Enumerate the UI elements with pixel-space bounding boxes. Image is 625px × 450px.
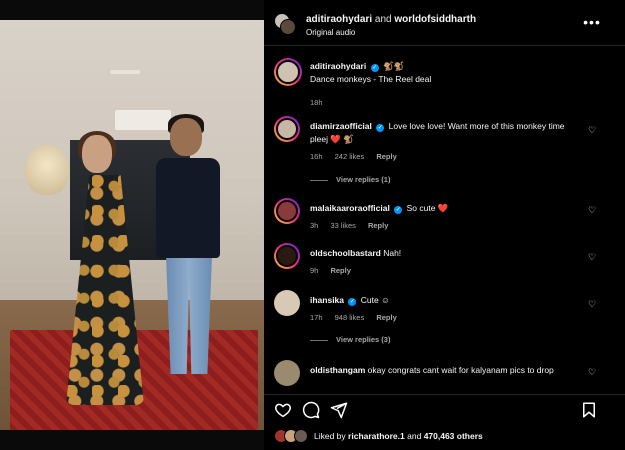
likes-and: and: [407, 431, 422, 441]
view-replies-button[interactable]: View replies (3): [310, 335, 390, 344]
more-horizontal-icon[interactable]: •••: [582, 14, 602, 30]
liker-link[interactable]: richarathore.1: [348, 431, 405, 441]
caption-avatar[interactable]: [274, 58, 302, 86]
verified-icon: ✓: [370, 64, 379, 72]
comment-text: So cute ❤️: [406, 203, 449, 213]
comment-avatar[interactable]: [274, 290, 300, 316]
comment-avatar[interactable]: [274, 243, 300, 269]
post-actions: Liked by richarathore.1 and 470,463 othe…: [264, 394, 625, 450]
verified-icon: ✓: [394, 206, 403, 214]
comment-likes[interactable]: 33 likes: [330, 221, 355, 230]
reply-button[interactable]: Reply: [376, 313, 396, 322]
audio-link[interactable]: Original audio: [306, 28, 355, 37]
heart-icon[interactable]: ♡: [586, 204, 598, 216]
ceiling-fan: [110, 70, 140, 74]
comment-user[interactable]: ihansika: [310, 295, 344, 305]
heart-icon[interactable]: ♡: [586, 124, 598, 136]
post-header: aditiraohydari and worldofsiddharth Orig…: [264, 0, 625, 46]
comment-user[interactable]: oldisthangam: [310, 365, 365, 375]
author-link-2[interactable]: worldofsiddharth: [394, 14, 476, 25]
reel-video[interactable]: [0, 0, 264, 450]
reply-button[interactable]: Reply: [368, 221, 388, 230]
share-send-icon[interactable]: [330, 401, 348, 419]
heart-icon[interactable]: ♡: [586, 251, 598, 263]
comment-text: Cute ☺: [360, 295, 390, 305]
comment-user[interactable]: oldschoolbastard: [310, 248, 381, 258]
likes-text: Liked by richarathore.1 and 470,463 othe…: [314, 431, 483, 441]
comment-time: 17h: [310, 313, 323, 322]
verified-icon: ✓: [348, 298, 357, 306]
verified-icon: ✓: [376, 124, 385, 132]
comment-user[interactable]: diamirzaofficial: [310, 121, 372, 131]
others-link[interactable]: 470,463 others: [424, 431, 483, 441]
replies-line: [310, 339, 328, 341]
comment-text: Nah!: [383, 248, 402, 258]
view-replies-button[interactable]: View replies (1): [310, 175, 390, 184]
reply-button[interactable]: Reply: [376, 152, 396, 161]
heart-icon[interactable]: ♡: [586, 366, 598, 378]
comment-likes[interactable]: 948 likes: [335, 313, 365, 322]
dancer-woman: [60, 131, 150, 410]
post-authors: aditiraohydari and worldofsiddharth: [306, 14, 476, 25]
bookmark-icon[interactable]: [580, 401, 598, 419]
liker-avatar[interactable]: [294, 429, 308, 443]
likes-prefix: Liked by: [314, 431, 346, 441]
authors-and: and: [374, 14, 392, 25]
caption-user[interactable]: aditiraohydari: [310, 61, 366, 71]
comments-panel: aditiraohydari and worldofsiddharth Orig…: [264, 0, 625, 450]
comment-time: 16h: [310, 152, 323, 161]
caption-text: Dance monkeys - The Reel deal: [310, 74, 432, 84]
collab-avatars[interactable]: [274, 13, 296, 35]
comment-avatar[interactable]: [274, 360, 300, 386]
comment-avatar[interactable]: [274, 198, 300, 224]
caption-time: 18h: [310, 98, 323, 107]
caption-emojis: 🐒🐒: [382, 61, 405, 71]
comment-time: 9h: [310, 266, 319, 275]
comment-likes[interactable]: 242 likes: [335, 152, 365, 161]
like-heart-icon[interactable]: [274, 401, 292, 419]
heart-icon[interactable]: ♡: [586, 298, 598, 310]
comment-time: 3h: [310, 221, 319, 230]
dancer-man: [148, 114, 228, 388]
comment-user[interactable]: malaikaaroraofficial: [310, 203, 390, 213]
replies-line: [310, 179, 328, 181]
comment-avatar[interactable]: [274, 116, 300, 142]
reply-button[interactable]: Reply: [330, 266, 350, 275]
comment-bubble-icon[interactable]: [302, 401, 320, 419]
likes-summary: Liked by richarathore.1 and 470,463 othe…: [274, 429, 614, 445]
comment-text: okay congrats cant wait for kalyanam pic…: [367, 365, 554, 375]
author-link-1[interactable]: aditiraohydari: [306, 14, 372, 25]
